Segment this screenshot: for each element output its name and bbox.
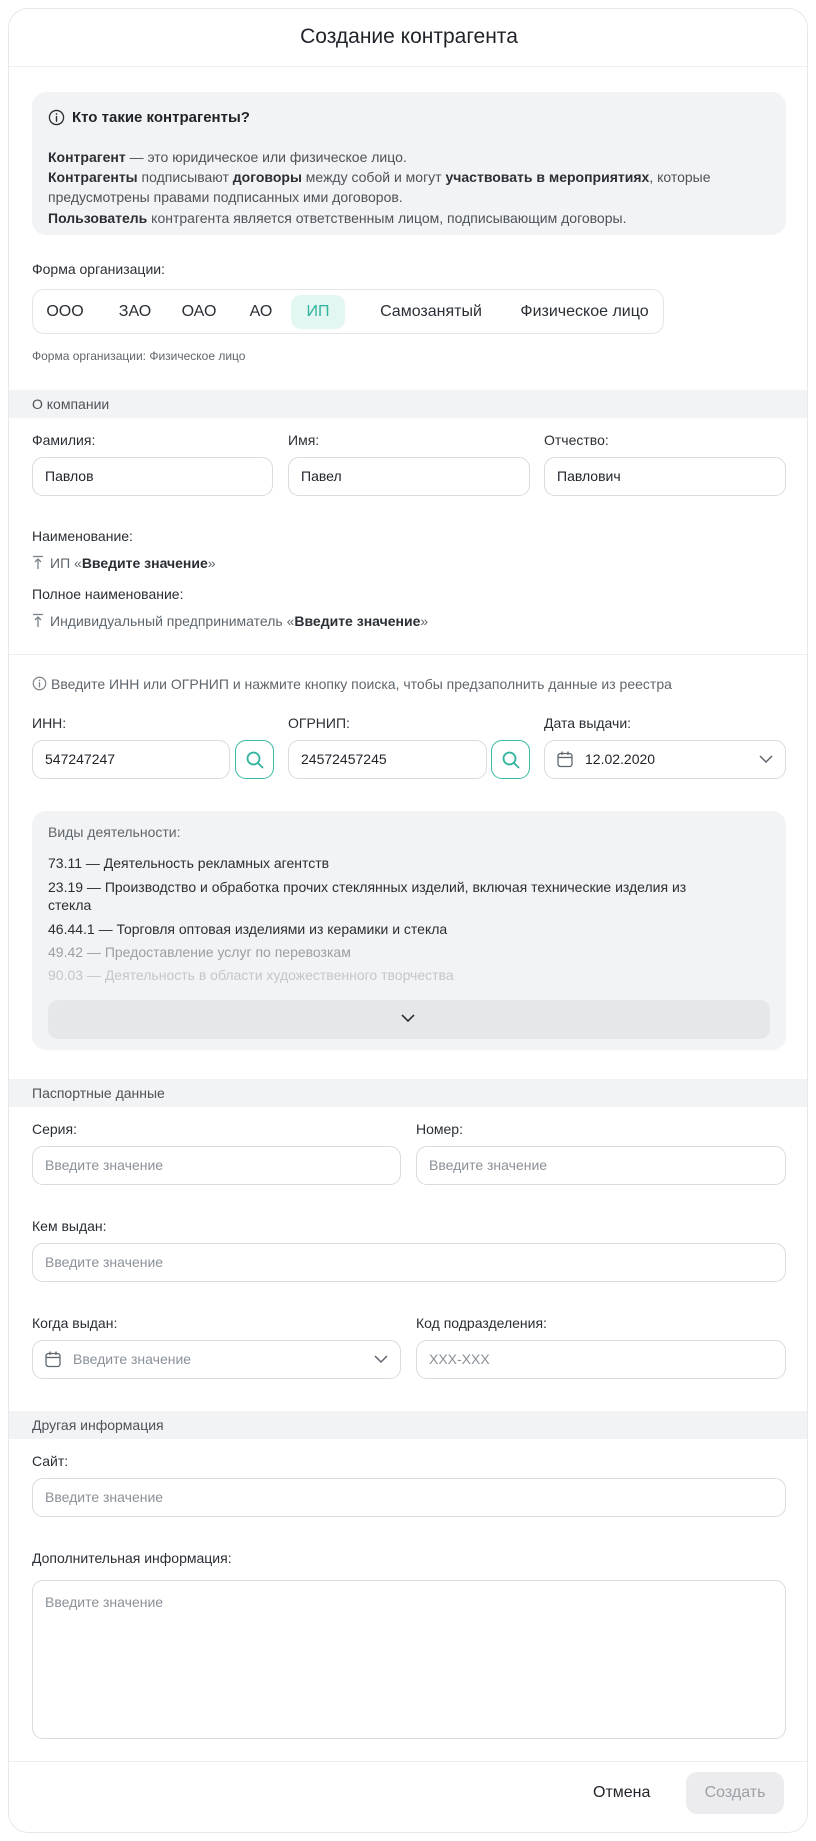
inn-field[interactable]: 547247247 <box>32 740 230 779</box>
activity-item: 49.42 — Предоставление услуг по перевозк… <box>48 944 351 960</box>
division-code-field[interactable]: XXX-XXX <box>416 1340 786 1379</box>
issued-date-placeholder: Введите значение <box>73 1351 192 1367</box>
extra-info-label: Дополнительная информация: <box>32 1550 232 1566</box>
info-line-2: Контрагенты подписывают договоры между с… <box>48 169 711 185</box>
passport-number-field[interactable]: Введите значение <box>416 1146 786 1185</box>
chevron-down-icon <box>374 1355 388 1364</box>
search-icon <box>502 751 520 769</box>
activities-label: Виды деятельности: <box>48 824 181 840</box>
org-form-label: Форма организации: <box>32 261 165 277</box>
info-line-3: предусмотрены правами подписанных ими до… <box>48 189 403 205</box>
extra-info-textarea[interactable]: Введите значение <box>32 1580 786 1739</box>
org-form-option-zao[interactable]: ЗАО <box>110 295 160 329</box>
site-field[interactable]: Введите значение <box>32 1478 786 1517</box>
org-form-option-individual[interactable]: Физическое лицо <box>512 295 657 329</box>
issue-date-label: Дата выдачи: <box>544 715 632 731</box>
last-name-label: Фамилия: <box>32 432 96 448</box>
ogrnip-search-button[interactable] <box>491 740 530 779</box>
calendar-icon <box>557 751 573 768</box>
full-name-preview: Индивидуальный предприниматель «Введите … <box>32 613 428 629</box>
issued-by-field[interactable]: Введите значение <box>32 1243 786 1282</box>
org-form-option-ooo[interactable]: ООО <box>40 295 90 329</box>
org-form-option-oao[interactable]: ОАО <box>174 295 224 329</box>
activity-item-continuation: стекла <box>48 897 92 913</box>
division-code-label: Код подразделения: <box>416 1315 547 1331</box>
chevron-down-icon <box>401 1014 415 1023</box>
first-name-label: Имя: <box>288 432 320 448</box>
section-company <box>9 390 807 418</box>
passport-series-label: Серия: <box>32 1121 77 1137</box>
first-name-field[interactable]: Павел <box>288 457 530 496</box>
info-title: Кто такие контрагенты? <box>72 109 250 126</box>
issued-date-label: Когда выдан: <box>32 1315 118 1331</box>
dialog-title: Создание контрагента <box>300 25 518 48</box>
name-label: Наименование: <box>32 528 133 544</box>
registry-hint: Введите ИНН или ОГРНИП и нажмите кнопку … <box>51 676 672 692</box>
activity-item: 23.19 — Производство и обработка прочих … <box>48 879 687 895</box>
site-label: Сайт: <box>32 1453 69 1469</box>
full-name-label: Полное наименование: <box>32 586 184 602</box>
chevron-down-icon <box>759 755 773 764</box>
section-other-title: Другая информация <box>32 1417 164 1433</box>
footer-divider <box>9 1761 807 1762</box>
passport-series-field[interactable]: Введите значение <box>32 1146 401 1185</box>
registry-divider <box>9 654 807 655</box>
activity-item: 90.03 — Деятельность в области художеств… <box>48 967 454 983</box>
activities-expand-button[interactable] <box>48 1000 770 1039</box>
issue-date-picker[interactable]: 12.02.2020 <box>544 740 786 779</box>
ogrnip-field[interactable]: 24572457245 <box>288 740 487 779</box>
activity-item: 73.11 — Деятельность рекламных агентств <box>48 855 330 871</box>
issued-date-picker[interactable]: Введите значение <box>32 1340 401 1379</box>
upload-arrow-icon <box>33 613 43 627</box>
activity-item: 46.44.1 — Торговля оптовая изделиями из … <box>48 921 448 937</box>
cancel-button[interactable]: Отмена <box>593 1784 650 1802</box>
middle-name-label: Отчество: <box>544 432 609 448</box>
ogrnip-label: ОГРНИП: <box>288 715 350 731</box>
info-icon <box>48 109 65 126</box>
passport-number-label: Номер: <box>416 1121 463 1137</box>
create-counterparty-dialog: Создание контрагента Кто такие контраген… <box>8 8 808 1833</box>
org-form-option-ao[interactable]: АО <box>239 295 283 329</box>
search-icon <box>246 751 264 769</box>
issue-date-value: 12.02.2020 <box>585 751 656 767</box>
org-form-option-self-employed[interactable]: Самозанятый <box>356 295 506 329</box>
create-button[interactable]: Создать <box>686 1772 784 1814</box>
info-line-1: Контрагент — это юридическое или физичес… <box>48 149 407 165</box>
header-divider <box>9 66 807 67</box>
inn-label: ИНН: <box>32 715 67 731</box>
info-icon <box>32 676 47 691</box>
section-passport-title: Паспортные данные <box>32 1085 165 1101</box>
section-company-title: О компании <box>32 396 110 412</box>
name-preview: ИП «Введите значение» <box>32 555 216 571</box>
last-name-field[interactable]: Павлов <box>32 457 273 496</box>
issued-by-label: Кем выдан: <box>32 1218 107 1234</box>
info-line-4: Пользователь контрагента является ответс… <box>48 210 627 226</box>
org-form-hint: Форма организации: Физическое лицо <box>32 349 246 363</box>
middle-name-field[interactable]: Павлович <box>544 457 786 496</box>
inn-search-button[interactable] <box>235 740 274 779</box>
calendar-icon <box>45 1351 61 1368</box>
upload-arrow-icon <box>33 555 43 569</box>
org-form-option-ip[interactable]: ИП <box>291 295 345 329</box>
